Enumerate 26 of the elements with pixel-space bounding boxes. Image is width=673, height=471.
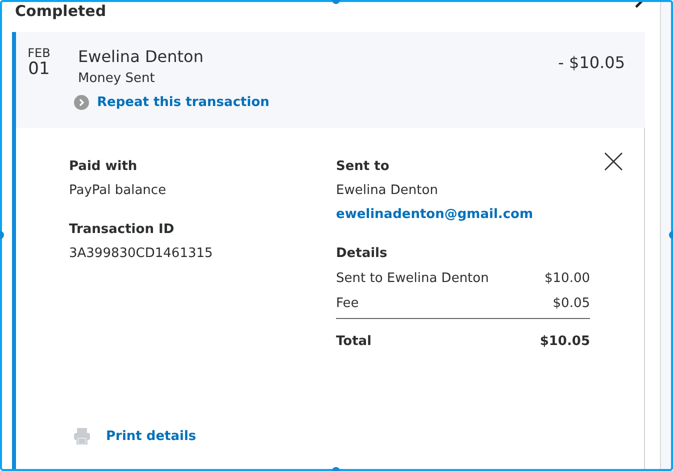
date-day: 01 bbox=[28, 60, 50, 78]
section-title: Completed bbox=[15, 2, 106, 20]
recipient-name: Ewelina Denton bbox=[336, 182, 439, 199]
field-label: Paid with bbox=[69, 158, 138, 175]
field-label: Details bbox=[336, 245, 388, 262]
field-label: Transaction ID bbox=[69, 221, 176, 238]
field-value: 3A399830CD1461315 bbox=[69, 245, 214, 262]
repeat-transaction-link[interactable]: Repeat this transaction bbox=[97, 95, 270, 110]
line-item-label: Sent to Ewelina Denton bbox=[336, 270, 489, 287]
printer-icon bbox=[73, 427, 91, 445]
transaction-type: Money Sent bbox=[78, 71, 156, 86]
field-label: Sent to bbox=[336, 158, 390, 175]
close-icon[interactable] bbox=[604, 152, 623, 171]
transaction-amount: - $10.05 bbox=[558, 53, 625, 74]
transaction-header[interactable]: FEB 01 Ewelina Denton Money Sent Repeat this transaction - $10.05 bbox=[16, 32, 645, 128]
date-month: FEB bbox=[28, 46, 50, 60]
chevron-icon bbox=[74, 95, 89, 110]
total-label: Total bbox=[336, 333, 372, 350]
line-item-amount: $10.00 bbox=[544, 270, 590, 287]
total-amount: $10.05 bbox=[540, 333, 590, 350]
line-item-label: Fee bbox=[336, 295, 359, 312]
print-details-link[interactable]: Print details bbox=[106, 428, 196, 444]
payee-name: Ewelina Denton bbox=[78, 46, 204, 68]
line-item-amount: $0.05 bbox=[552, 295, 590, 312]
field-value: PayPal balance bbox=[69, 182, 168, 199]
email-link[interactable]: ewelinadenton@gmail.com bbox=[336, 206, 590, 223]
